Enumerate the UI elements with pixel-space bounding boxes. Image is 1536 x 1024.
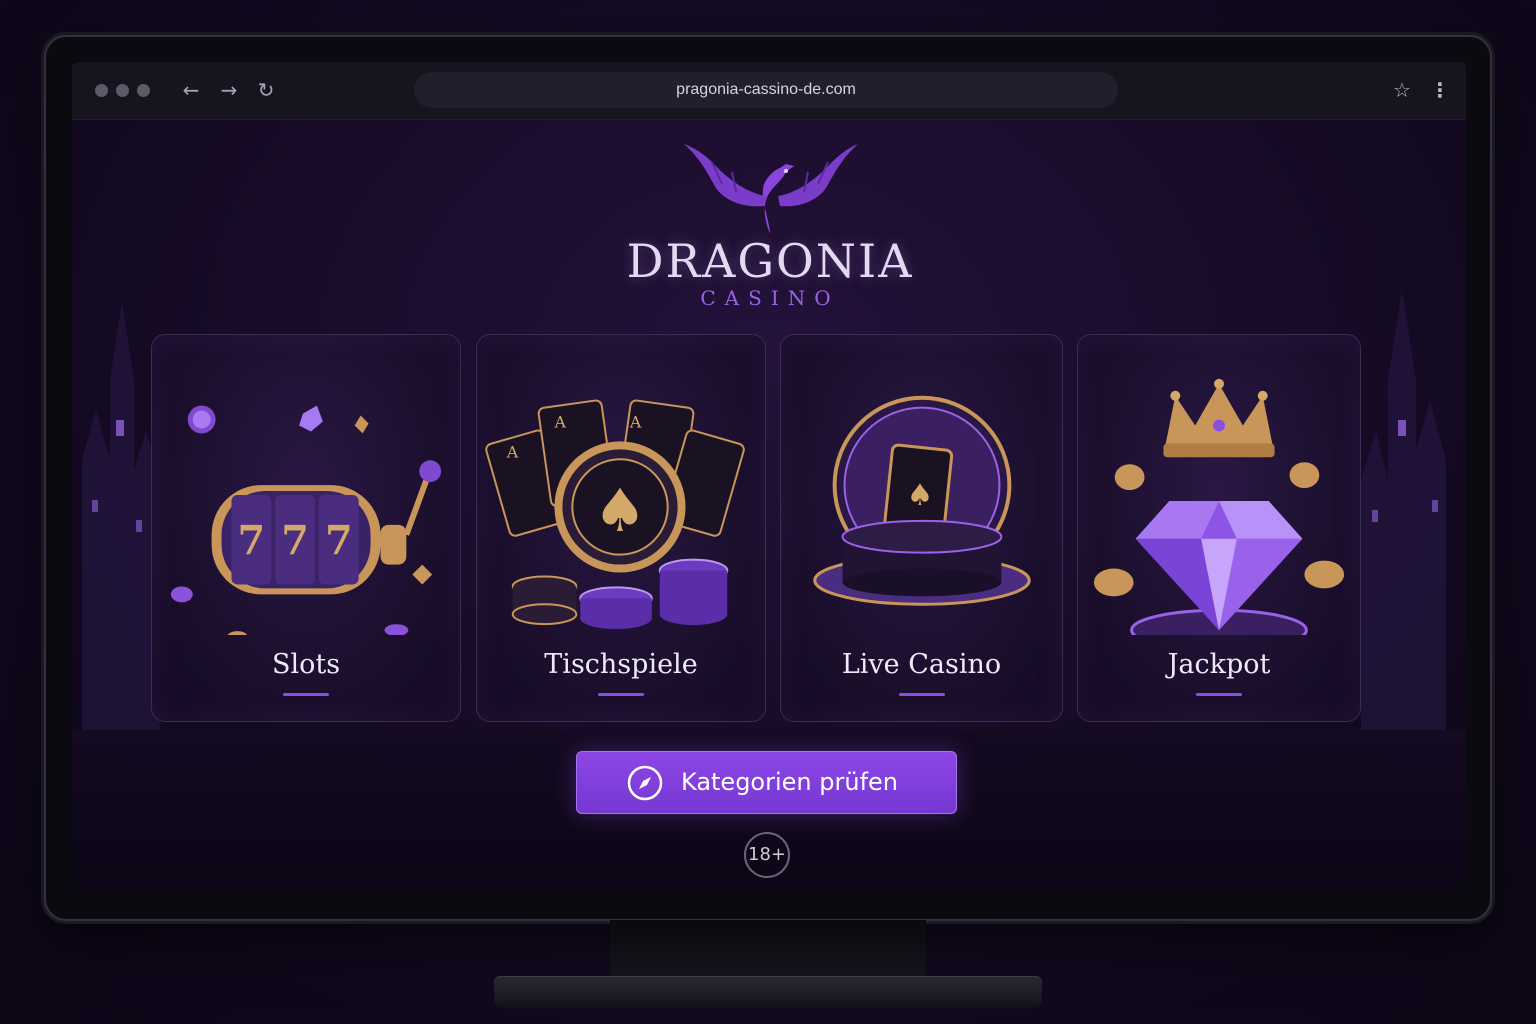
window-control-dot[interactable] xyxy=(116,84,129,97)
category-card-jackpot[interactable]: Jackpot xyxy=(1077,334,1361,722)
compass-icon xyxy=(627,765,663,801)
svg-text:A: A xyxy=(553,413,566,432)
category-label: Slots xyxy=(271,649,341,680)
category-label: Jackpot xyxy=(1167,649,1271,680)
window-control-dot[interactable] xyxy=(137,84,150,97)
cards-and-chips-icon: A A A ♠ xyxy=(485,399,745,630)
brand-title: DRAGONIA xyxy=(626,234,914,288)
check-categories-label: Kategorien prüfen xyxy=(681,768,898,796)
svg-text:7: 7 xyxy=(238,519,266,565)
castle-right-illustration xyxy=(1361,290,1446,730)
label-underline xyxy=(598,693,644,696)
age-restriction-badge: 18+ xyxy=(744,832,790,878)
bookmark-star-icon[interactable]: ☆ xyxy=(1390,76,1414,104)
brand-subtitle: CASINO xyxy=(700,286,840,310)
category-card-tischspiele[interactable]: A A A ♠ Tischspiele xyxy=(476,334,766,722)
reload-icon[interactable]: ↻ xyxy=(252,76,280,104)
label-underline xyxy=(1196,693,1242,696)
svg-text:7: 7 xyxy=(325,519,353,565)
crown-diamond-icon xyxy=(1093,378,1345,635)
window-control-dot[interactable] xyxy=(95,84,108,97)
category-label: Live Casino xyxy=(841,649,1002,680)
category-label: Tischspiele xyxy=(544,649,698,680)
svg-text:7: 7 xyxy=(281,519,309,565)
browser-toolbar: ← → ↻ pragonia-cassino-de.com ☆ ⋮ xyxy=(72,62,1466,120)
svg-text:A: A xyxy=(506,442,519,461)
browser-menu-icon[interactable]: ⋮ xyxy=(1430,76,1450,104)
svg-text:♠: ♠ xyxy=(907,478,934,513)
svg-text:♠: ♠ xyxy=(593,477,646,546)
forward-arrow-icon[interactable]: → xyxy=(215,76,243,104)
browser-window: ← → ↻ pragonia-cassino-de.com ☆ ⋮ DRAGON… xyxy=(72,62,1466,890)
label-underline xyxy=(898,693,945,696)
svg-text:A: A xyxy=(629,413,642,432)
slot-machine-icon: 7 7 7 xyxy=(170,405,442,635)
monitor-stand-neck xyxy=(610,920,926,982)
category-card-slots[interactable]: 7 7 7 Slots xyxy=(151,334,461,722)
address-bar[interactable]: pragonia-cassino-de.com xyxy=(414,72,1118,108)
label-underline xyxy=(283,693,329,696)
back-arrow-icon[interactable]: ← xyxy=(177,76,205,104)
dragon-logo-icon xyxy=(684,144,858,234)
check-categories-button[interactable]: Kategorien prüfen xyxy=(576,751,957,814)
live-card-stage-icon: ♠ xyxy=(813,395,1031,606)
category-card-live-casino[interactable]: ♠ Live Casino xyxy=(780,334,1063,722)
monitor-stand-base xyxy=(494,976,1042,1009)
